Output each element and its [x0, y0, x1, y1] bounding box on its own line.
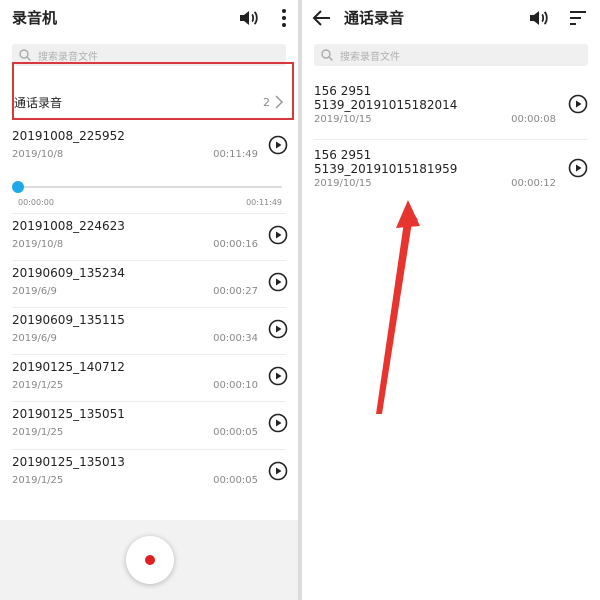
annotation-arrow: [376, 200, 420, 414]
